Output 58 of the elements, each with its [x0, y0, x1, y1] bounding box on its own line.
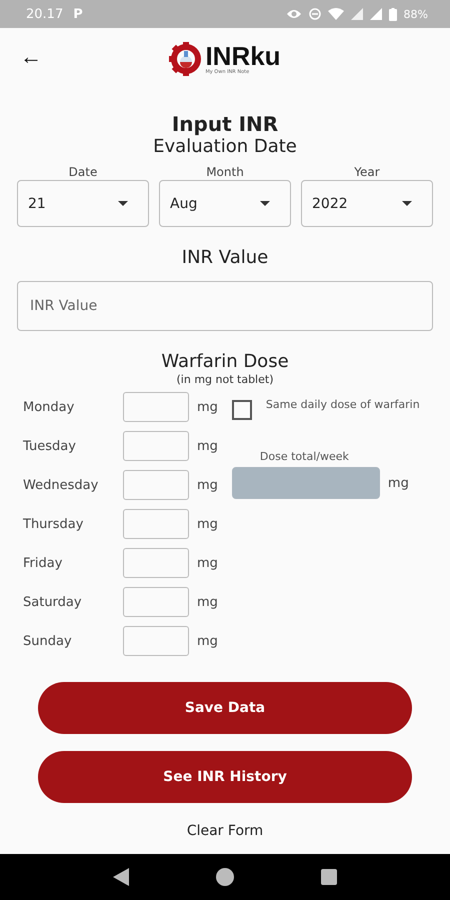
checkbox[interactable] — [232, 400, 252, 420]
dropdown[interactable]: Aug — [159, 180, 291, 227]
section-heading: Evaluation Date — [153, 136, 297, 158]
unit-label: mg — [197, 556, 218, 570]
day-label: Wednesday — [22, 478, 100, 492]
back-button[interactable]: ← — [16, 44, 46, 70]
day-label: Saturday — [22, 594, 83, 610]
unit-label: mg — [197, 634, 218, 648]
checkbox-label: Same daily dose of warfarin — [266, 398, 420, 411]
unit-label: mg — [197, 478, 218, 492]
input-field[interactable] — [123, 509, 189, 539]
field-label: Month — [206, 164, 244, 180]
unit-label: mg — [197, 594, 218, 610]
dropdown[interactable]: 2022 — [301, 180, 433, 227]
unit-label: mg — [388, 476, 409, 490]
unit-label: mg — [197, 400, 218, 414]
unit-label: mg — [197, 438, 218, 454]
gear-flask-icon — [169, 42, 204, 76]
recents-icon — [320, 869, 337, 885]
day-label: Tuesday — [22, 438, 77, 454]
eye-icon — [286, 8, 302, 20]
battery-icon — [388, 8, 397, 20]
home-icon — [216, 868, 234, 886]
unit-label: mg — [197, 516, 218, 532]
day-label: Friday — [22, 556, 64, 570]
notification-icon: P — [73, 6, 83, 22]
input-field[interactable] — [123, 626, 189, 656]
dropdown[interactable]: 21 — [17, 180, 149, 227]
day-label: Sunday — [22, 634, 73, 648]
day-label: Monday — [22, 400, 76, 414]
signal-icon — [370, 8, 382, 20]
battery-level: 88% — [404, 8, 428, 20]
section-heading: INR Value — [182, 247, 268, 269]
input-field[interactable] — [123, 548, 189, 578]
wifi-icon — [328, 8, 344, 20]
input-field[interactable] — [123, 392, 189, 422]
page-title: Input INR — [172, 112, 278, 136]
action-button[interactable]: Save Data — [38, 682, 412, 734]
do-not-disturb-icon — [308, 8, 321, 20]
clear-form-link[interactable]: Clear Form — [186, 823, 264, 839]
app-logo: INRku — [205, 43, 281, 69]
input-field[interactable] — [123, 431, 189, 461]
section-subheading: (in mg not tablet) — [176, 373, 274, 386]
back-icon — [113, 868, 130, 886]
caret-icon — [402, 201, 412, 206]
day-label: Thursday — [22, 516, 84, 532]
field-label: Date — [68, 164, 98, 180]
input-field[interactable] — [123, 587, 189, 617]
caret-icon — [118, 201, 128, 206]
caret-icon — [260, 201, 270, 206]
section-heading: Warfarin Dose — [161, 351, 289, 373]
field-label: Dose total/week — [260, 450, 350, 463]
input-field[interactable] — [123, 470, 189, 500]
action-button[interactable]: See INR History — [38, 751, 412, 803]
signal-icon — [350, 8, 363, 20]
input-field[interactable]: INR Value — [17, 281, 433, 331]
field-label: Year — [354, 164, 380, 180]
status-time: 20.17 — [26, 6, 64, 22]
